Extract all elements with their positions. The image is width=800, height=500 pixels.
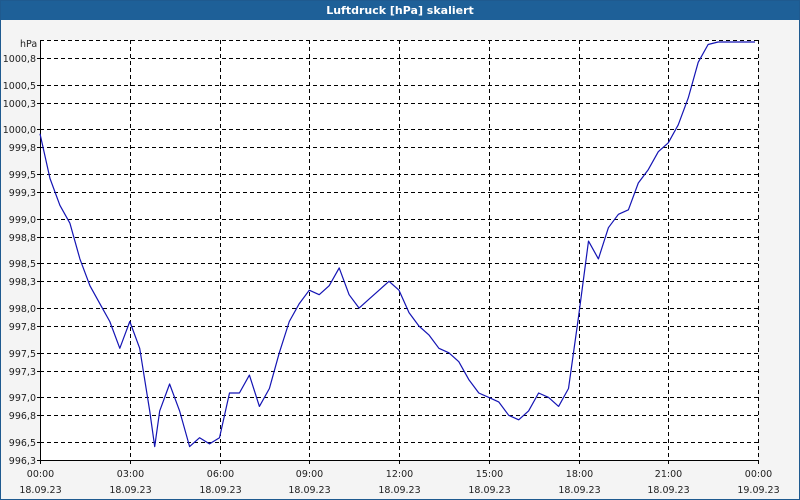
y-tick-label: 1000,5	[3, 81, 36, 92]
y-tick-label: 999,0	[9, 215, 36, 226]
x-tick-date: 18.09.23	[468, 485, 510, 496]
y-tick-label: 999,3	[9, 188, 36, 199]
y-tick-label: 998,5	[9, 259, 36, 270]
x-tick-date: 18.09.23	[199, 485, 241, 496]
x-tick-time: 21:00	[655, 469, 682, 480]
chart-plot: 996,3 996,5 996,8 997,0 997,3 997,5 997,8 998,0…	[3, 39, 780, 496]
y-axis-unit-label: hPa	[20, 39, 37, 50]
y-tick-label: 997,5	[9, 349, 36, 360]
y-tick-label: 1000,3	[3, 99, 36, 110]
x-tick-time: 06:00	[207, 469, 234, 480]
y-tick-label: 997,8	[9, 322, 36, 333]
x-tick-time: 15:00	[476, 469, 503, 480]
y-tick-label: 999,8	[9, 143, 36, 154]
x-tick-date: 18.09.23	[647, 485, 689, 496]
x-tick-time: 12:00	[386, 469, 413, 480]
y-tick-label: 996,3	[9, 456, 36, 467]
y-tick-label: 998,3	[9, 277, 36, 288]
y-tick-label: 997,0	[9, 393, 36, 404]
x-tick-time: 09:00	[296, 469, 323, 480]
x-tick-time: 00:00	[745, 469, 772, 480]
x-tick-date: 18.09.23	[558, 485, 600, 496]
y-tick-label: 998,0	[9, 304, 36, 315]
y-tick-label: 1000,8	[3, 54, 36, 65]
x-tick-date: 19.09.23	[737, 485, 779, 496]
y-tick-label: 997,3	[9, 367, 36, 378]
y-tick-label: 998,8	[9, 233, 36, 244]
x-tick-date: 18.09.23	[19, 485, 61, 496]
y-tick-label: 999,5	[9, 170, 36, 181]
x-tick-time: 18:00	[566, 469, 593, 480]
x-tick-date: 18.09.23	[288, 485, 330, 496]
y-tick-label: 1000,0	[3, 125, 36, 136]
x-tick-time: 03:00	[117, 469, 144, 480]
x-tick-time: 00:00	[27, 469, 54, 480]
y-tick-label: 996,5	[9, 438, 36, 449]
x-tick-date: 18.09.23	[109, 485, 151, 496]
x-tick-date: 18.09.23	[378, 485, 420, 496]
y-tick-label: 996,8	[9, 411, 36, 422]
